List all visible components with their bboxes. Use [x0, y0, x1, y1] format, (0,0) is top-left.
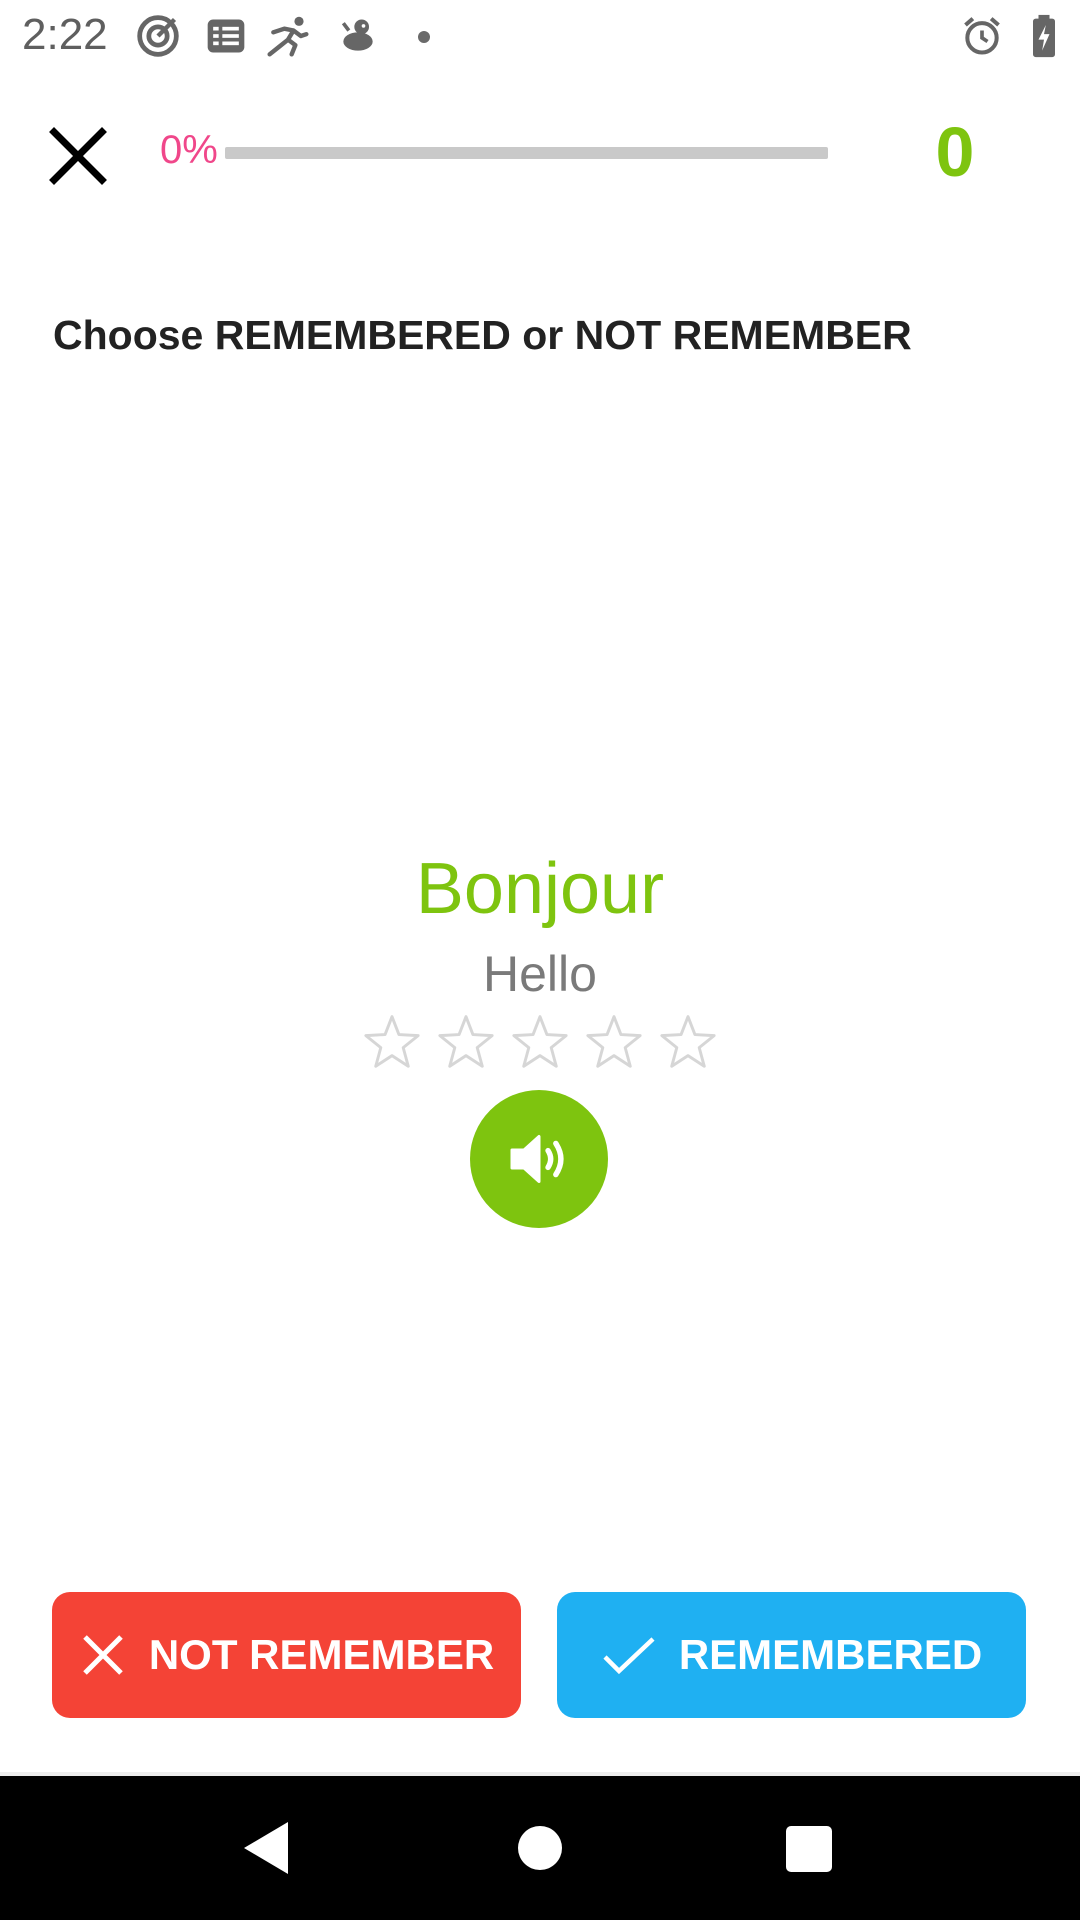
animal-icon — [341, 19, 373, 51]
star-icon[interactable] — [508, 1010, 572, 1074]
not-remember-button[interactable]: NOT REMEMBER — [52, 1592, 521, 1718]
remembered-label: REMEMBERED — [678, 1631, 983, 1678]
close-icon — [83, 1635, 123, 1675]
close-button[interactable] — [46, 124, 110, 188]
progress-label: 0% — [160, 128, 218, 172]
list-icon — [207, 19, 245, 53]
home-icon[interactable] — [518, 1826, 562, 1870]
target-icon — [137, 15, 179, 57]
score-counter: 0 — [935, 113, 975, 191]
play-sound-button[interactable] — [470, 1090, 608, 1228]
not-remember-label: NOT REMEMBER — [148, 1631, 495, 1678]
check-icon — [603, 1637, 655, 1675]
star-icon[interactable] — [434, 1010, 498, 1074]
speaker-icon — [510, 1135, 564, 1183]
back-icon[interactable] — [242, 1820, 290, 1876]
star-rating[interactable] — [360, 1010, 720, 1080]
dot-icon — [418, 31, 430, 43]
runner-icon — [267, 16, 309, 57]
star-icon[interactable] — [360, 1010, 424, 1074]
status-time: 2:22 — [22, 10, 108, 59]
star-icon[interactable] — [656, 1010, 720, 1074]
progress-bar — [225, 147, 828, 159]
remembered-button[interactable]: REMEMBERED — [557, 1592, 1026, 1718]
alarm-icon — [964, 17, 1000, 55]
recent-apps-icon[interactable] — [786, 1826, 832, 1872]
card-word: Bonjour — [415, 849, 665, 929]
battery-charging-icon — [1033, 14, 1055, 58]
navigation-bar — [0, 1776, 1080, 1920]
card-meaning: Hello — [483, 946, 597, 1002]
star-icon[interactable] — [582, 1010, 646, 1074]
instruction-text: Choose REMEMBERED or NOT REMEMBER — [53, 312, 912, 358]
status-bar: 2:22 — [0, 0, 1080, 72]
